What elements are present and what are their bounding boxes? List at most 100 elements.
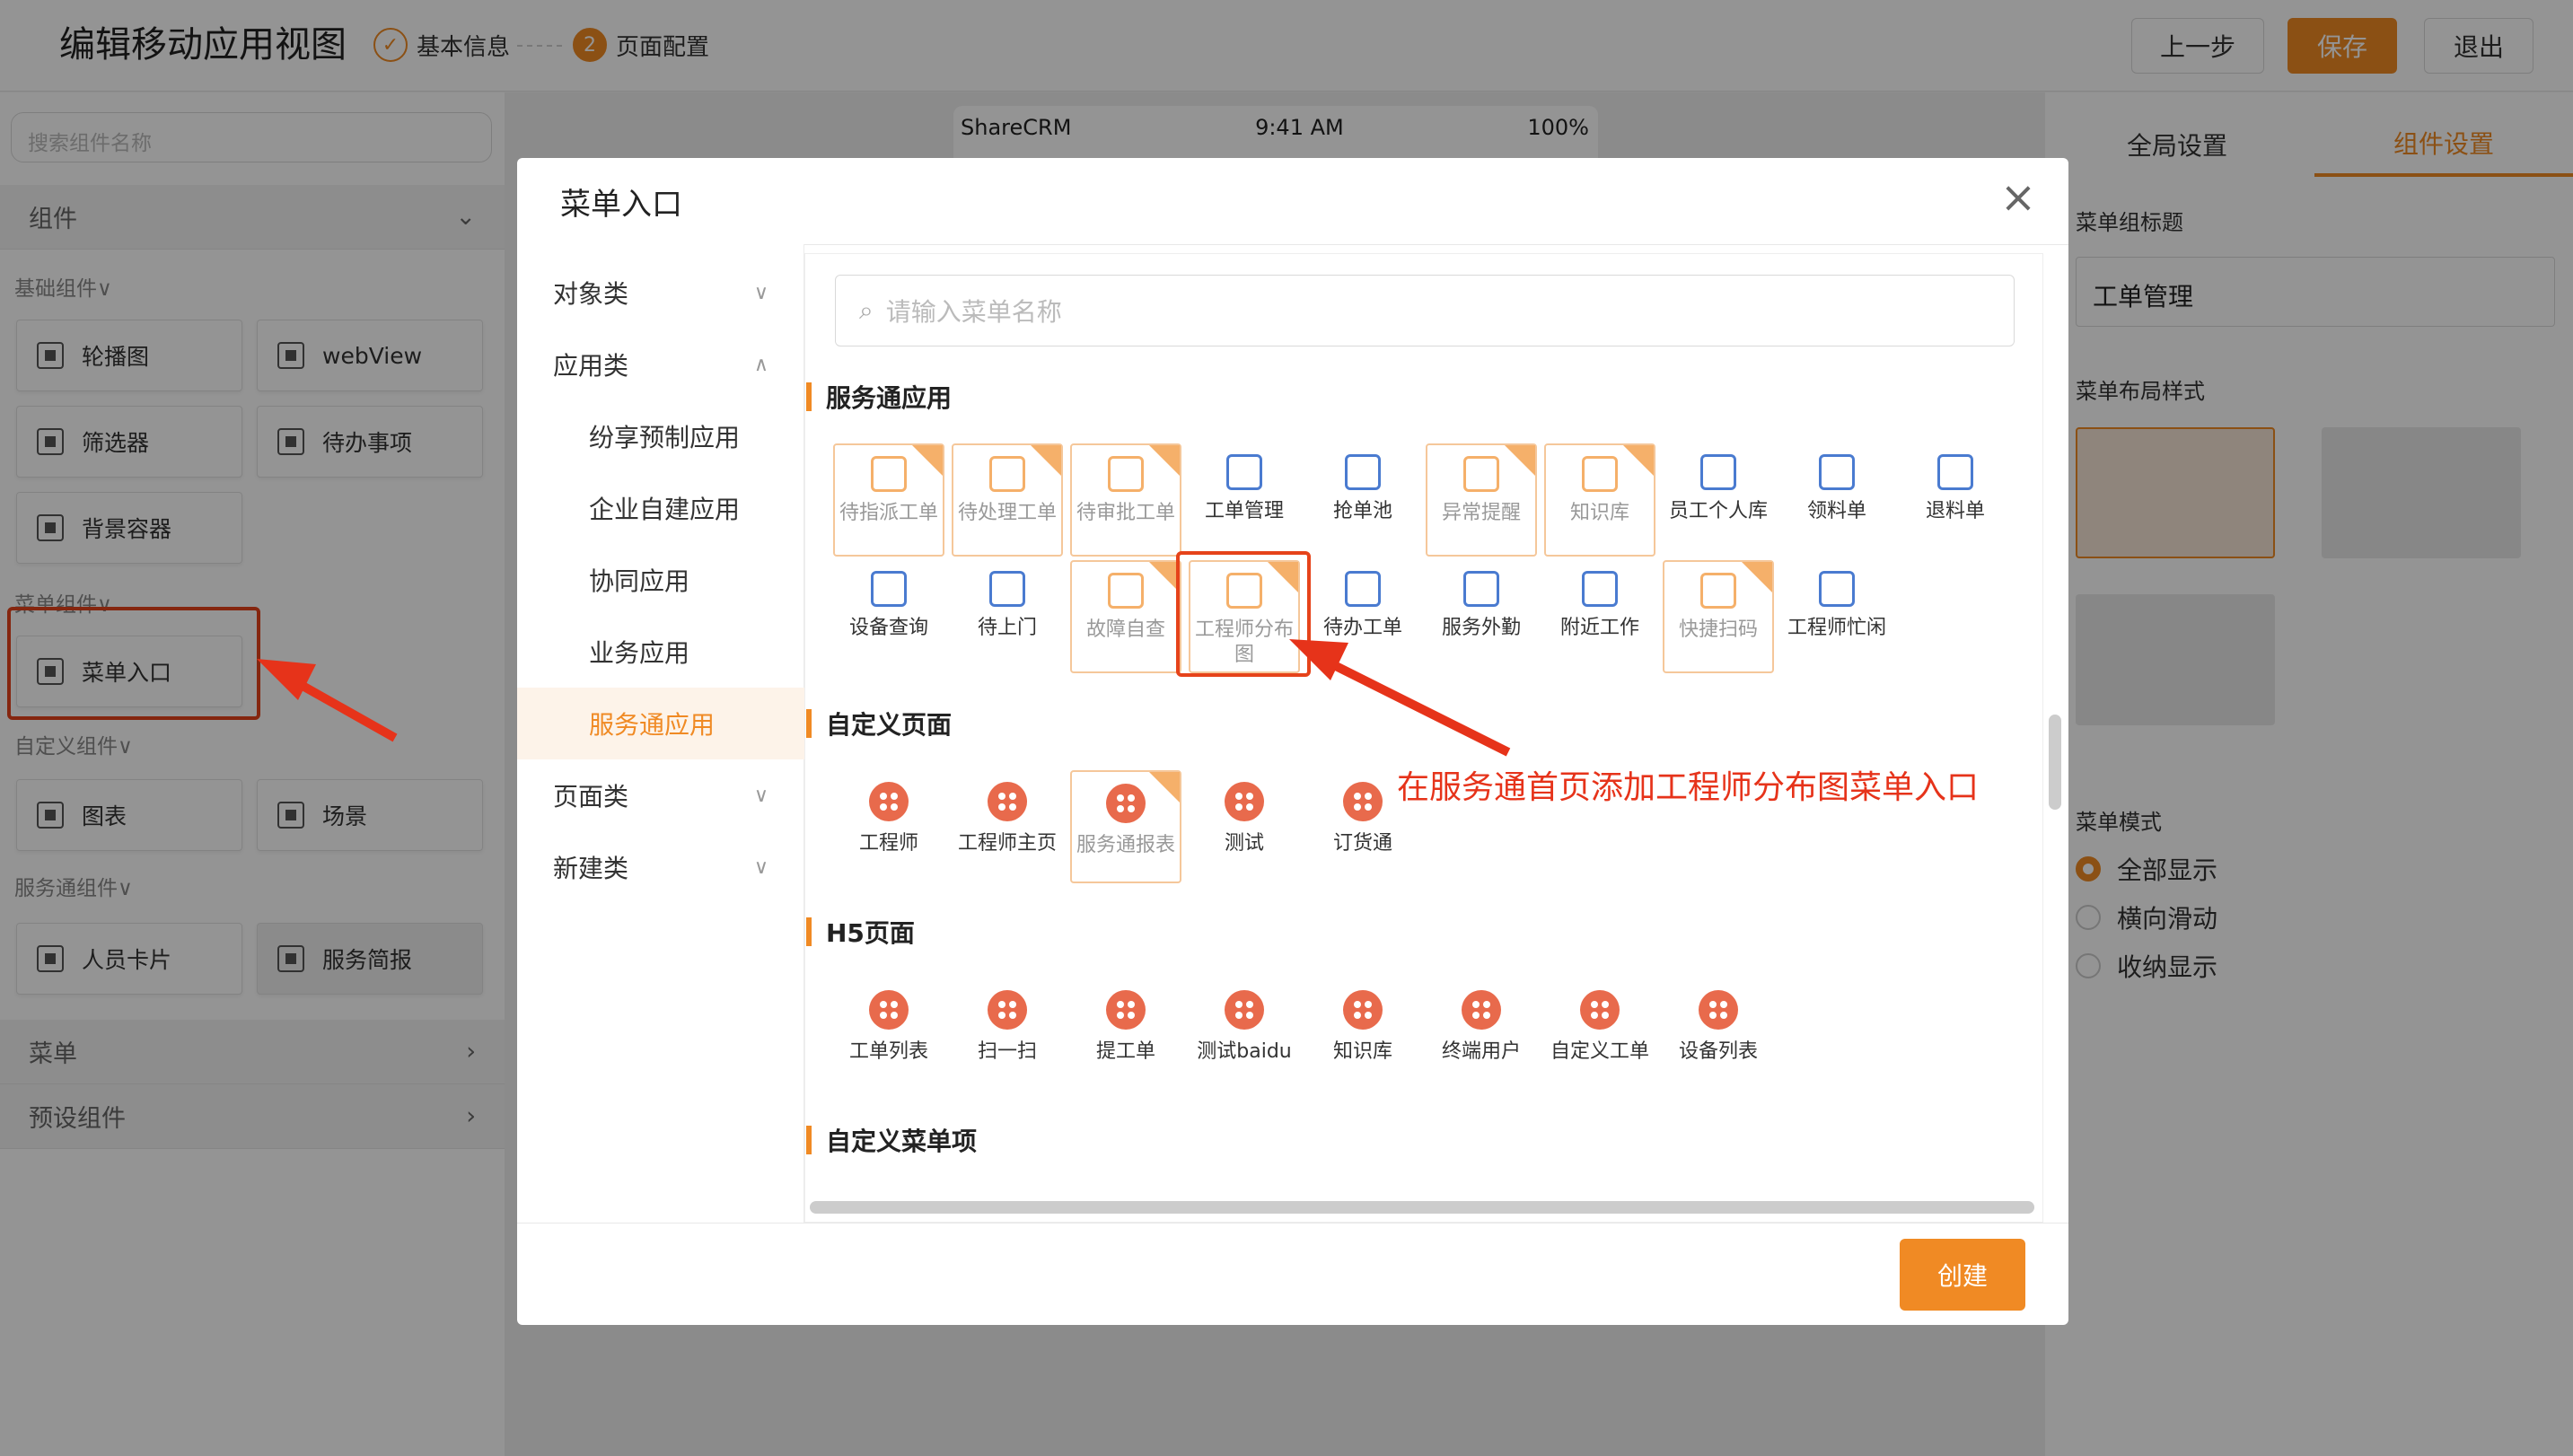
nav-create[interactable]: 新建类 ∨: [517, 831, 804, 903]
menu-tile[interactable]: 待上门: [952, 560, 1063, 673]
nav-app-self-built[interactable]: 企业自建应用: [517, 472, 804, 544]
menu-item-label: 待审批工单: [1076, 502, 1175, 524]
menu-item-icon: [987, 781, 1028, 822]
menu-tile[interactable]: 服务通报表: [1070, 770, 1181, 883]
menu-item-icon: [1698, 989, 1739, 1031]
chevron-up-icon: ∧: [753, 353, 768, 376]
menu-tile[interactable]: 设备查询: [833, 560, 944, 673]
section-custom-menu-items: 自定义菜单项: [806, 1122, 977, 1158]
menu-item-label: 工程师: [858, 832, 918, 855]
menu-item-label: 员工个人库: [1668, 500, 1768, 522]
highlight-box: [1176, 551, 1311, 677]
nav-app-preset[interactable]: 纷享预制应用: [517, 400, 804, 472]
menu-item-icon: [989, 456, 1025, 492]
menu-item-label: 测试baidu: [1197, 1040, 1292, 1063]
menu-tile[interactable]: 附近工作: [1544, 560, 1655, 673]
menu-tile[interactable]: 工单列表: [833, 978, 944, 1092]
scrollbar-vertical[interactable]: [2049, 715, 2061, 810]
menu-item-icon: [1108, 573, 1144, 609]
menu-tile[interactable]: 待指派工单: [833, 443, 944, 557]
menu-item-icon: [868, 989, 909, 1031]
menu-tile[interactable]: 知识库: [1544, 443, 1655, 557]
menu-item-icon: [1345, 454, 1381, 490]
scrollbar-horizontal[interactable]: [810, 1201, 2034, 1214]
nav-app-collab[interactable]: 协同应用: [517, 544, 804, 616]
menu-item-icon: [1582, 456, 1618, 492]
menu-tile[interactable]: 自定义工单: [1544, 978, 1655, 1092]
menu-item-icon: [1463, 571, 1499, 607]
menu-tile[interactable]: 退料单: [1900, 443, 2011, 557]
nav-page[interactable]: 页面类 ∨: [517, 759, 804, 831]
close-icon[interactable]: ×: [1998, 176, 2038, 219]
section-h5-pages: H5页面: [806, 914, 915, 950]
menu-item-label: 工单管理: [1204, 500, 1284, 522]
menu-item-label: 订货通: [1332, 832, 1392, 855]
menu-item-label: 终端用户: [1441, 1040, 1521, 1063]
menu-item-label: 设备列表: [1678, 1040, 1758, 1063]
menu-tile[interactable]: 工程师忙闲: [1781, 560, 1892, 673]
menu-item-icon: [1937, 454, 1973, 490]
menu-item-label: 待办工单: [1322, 617, 1402, 639]
menu-item-label: 退料单: [1925, 500, 1985, 522]
menu-item-label: 领料单: [1806, 500, 1866, 522]
nav-app-service[interactable]: 服务通应用: [517, 688, 804, 759]
nav-label: 应用类: [553, 351, 629, 381]
menu-tile[interactable]: 测试baidu: [1189, 978, 1300, 1092]
nav-object[interactable]: 对象类 ∨: [517, 257, 804, 329]
search-placeholder: 请输入菜单名称: [885, 297, 1062, 327]
menu-item-label: 工程师主页: [957, 832, 1057, 855]
menu-item-icon: [1463, 456, 1499, 492]
menu-item-icon: [1700, 573, 1736, 609]
menu-tile[interactable]: 快捷扫码: [1663, 560, 1774, 673]
section-service-apps: 服务通应用: [806, 379, 952, 415]
section-custom-pages: 自定义页面: [806, 706, 952, 741]
menu-tile[interactable]: 设备列表: [1663, 978, 1774, 1092]
menu-tile[interactable]: 待审批工单: [1070, 443, 1181, 557]
menu-tile[interactable]: 工单管理: [1189, 443, 1300, 557]
chevron-down-icon: ∨: [753, 281, 768, 304]
menu-item-label: 工单列表: [848, 1040, 928, 1063]
menu-item-label: 快捷扫码: [1678, 618, 1758, 641]
menu-item-icon: [989, 571, 1025, 607]
menu-item-icon: [1461, 989, 1502, 1031]
menu-tile[interactable]: 异常提醒: [1426, 443, 1537, 557]
nav-app-business[interactable]: 业务应用: [517, 616, 804, 688]
menu-item-label: 附近工作: [1559, 617, 1639, 639]
menu-tile[interactable]: 工程师: [833, 770, 944, 883]
menu-tile[interactable]: 工程师主页: [952, 770, 1063, 883]
menu-item-icon: [1342, 781, 1383, 822]
nav-label: 页面类: [553, 782, 629, 811]
menu-item-icon: [1579, 989, 1620, 1031]
menu-tile[interactable]: 服务外勤: [1426, 560, 1537, 673]
menu-item-icon: [1105, 989, 1146, 1031]
menu-tile[interactable]: 抢单池: [1307, 443, 1418, 557]
create-button[interactable]: 创建: [1900, 1239, 2025, 1311]
nav-label: 对象类: [553, 279, 629, 309]
menu-item-label: 提工单: [1095, 1040, 1155, 1063]
menu-tile[interactable]: 领料单: [1781, 443, 1892, 557]
nav-app[interactable]: 应用类 ∧: [517, 329, 804, 400]
menu-tile[interactable]: 扫一扫: [952, 978, 1063, 1092]
search-icon: ⌕: [859, 295, 874, 325]
menu-tile[interactable]: 待办工单: [1307, 560, 1418, 673]
menu-item-icon: [1226, 454, 1262, 490]
menu-item-label: 故障自查: [1085, 618, 1165, 641]
menu-tile[interactable]: 测试: [1189, 770, 1300, 883]
menu-item-icon: [1700, 454, 1736, 490]
menu-item-label: 异常提醒: [1441, 502, 1521, 524]
menu-item-icon: [871, 456, 907, 492]
menu-tile[interactable]: 员工个人库: [1663, 443, 1774, 557]
menu-tile[interactable]: 故障自查: [1070, 560, 1181, 673]
menu-tile[interactable]: 提工单: [1070, 978, 1181, 1092]
menu-search-input[interactable]: ⌕ 请输入菜单名称: [835, 275, 2015, 346]
menu-item-icon: [1224, 989, 1265, 1031]
menu-tile[interactable]: 终端用户: [1426, 978, 1537, 1092]
menu-tile[interactable]: 知识库: [1307, 978, 1418, 1092]
modal-title: 菜单入口: [560, 187, 682, 223]
menu-item-icon: [1105, 783, 1146, 824]
menu-item-icon: [1819, 454, 1855, 490]
menu-item-icon: [1342, 989, 1383, 1031]
menu-tile[interactable]: 待处理工单: [952, 443, 1063, 557]
annotation-text: 在服务通首页添加工程师分布图菜单入口: [1397, 769, 1980, 806]
chevron-down-icon: ∨: [753, 855, 768, 879]
